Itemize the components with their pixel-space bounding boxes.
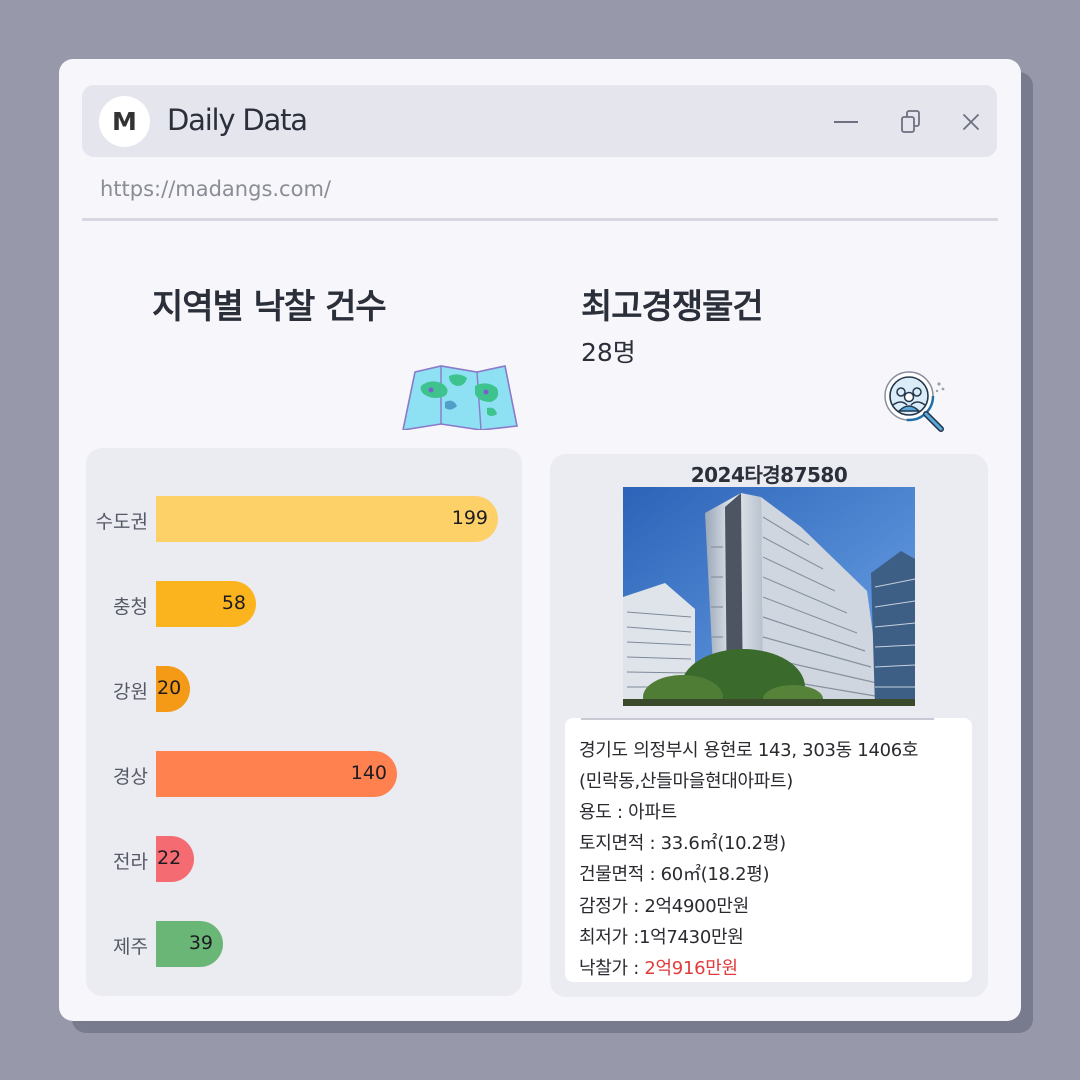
winning-bid-row: 낙찰가 : 2억916만원 — [579, 954, 738, 980]
left-heading: 지역별 낙찰 건수 — [152, 287, 387, 327]
app-avatar[interactable]: M — [99, 96, 150, 147]
minimize-icon — [834, 121, 858, 123]
bar[interactable]: 58 — [156, 581, 256, 627]
right-heading: 최고경쟁물건 — [581, 287, 764, 327]
bar[interactable]: 140 — [156, 751, 397, 797]
bar-value-label: 199 — [451, 507, 488, 529]
bar[interactable]: 20 — [156, 666, 190, 712]
bar-row: 수도권 199 — [86, 496, 522, 542]
appraisal-value: 2억4900만원 — [644, 896, 749, 917]
bar-row: 경상 140 — [86, 751, 522, 797]
bar-value-label: 58 — [221, 592, 246, 614]
bar-row: 강원 20 — [86, 666, 522, 712]
appraisal-label: 감정가 : — [579, 896, 645, 917]
bar-row: 전라 22 — [86, 836, 522, 882]
property-panel: 2024타경87580 경기도 의정부시 용현로 143, 303동 1406호… — [550, 454, 988, 997]
bar[interactable]: 39 — [156, 921, 223, 967]
address-line-2: (민락동,산들마을현대아파트) — [579, 771, 793, 792]
minimize-button[interactable] — [832, 107, 862, 137]
bar-category-label: 수도권 — [95, 511, 148, 533]
bar-row: 제주 39 — [86, 921, 522, 967]
land-area-value: 33.6㎡(10.2평) — [660, 833, 786, 854]
bar-value-label: 22 — [157, 847, 182, 869]
address-line-1: 경기도 의정부시 용현로 143, 303동 1406호 — [579, 740, 919, 761]
region-chart-panel: 수도권 199 충청 58 강원 20 경상 140 전라 22 제주 39 — [86, 448, 522, 996]
appraisal-row: 감정가 : 2억4900만원 — [579, 892, 749, 918]
bar-row: 충청 58 — [86, 581, 522, 627]
minimum-price-value: 1억7430만원 — [638, 927, 744, 948]
url-text[interactable]: https://madangs.com/ — [100, 177, 331, 201]
header-divider — [82, 218, 998, 221]
use-row: 용도 : 아파트 — [579, 798, 677, 824]
winning-bid-value: 2억916만원 — [644, 958, 738, 979]
people-search-icon — [883, 370, 945, 432]
app-window: M Daily Data https://madangs.com/ 지역별 낙찰… — [59, 59, 1021, 1021]
close-button[interactable] — [956, 107, 986, 137]
use-label: 용도 : — [579, 802, 629, 823]
competition-count: 28명 — [581, 338, 636, 367]
property-photo[interactable] — [623, 487, 915, 706]
bar[interactable]: 22 — [156, 836, 194, 882]
use-value: 아파트 — [628, 802, 677, 823]
copy-icon — [901, 110, 920, 133]
case-number[interactable]: 2024타경87580 — [550, 459, 988, 488]
land-area-label: 토지면적 : — [579, 833, 661, 854]
property-info-card: 경기도 의정부시 용현로 143, 303동 1406호 (민락동,산들마을현대… — [565, 718, 972, 982]
bar-category-label: 전라 — [113, 851, 148, 873]
bar-value-label: 140 — [350, 762, 387, 784]
building-area-value: 60㎡(18.2평) — [660, 864, 770, 885]
bar-category-label: 경상 — [113, 766, 148, 788]
winning-bid-label: 낙찰가 : — [579, 958, 645, 979]
close-icon — [963, 114, 979, 130]
bar[interactable]: 199 — [156, 496, 498, 542]
title-bar: M Daily Data — [82, 85, 997, 157]
bar-category-label: 강원 — [113, 681, 148, 703]
bar-value-label: 20 — [157, 677, 182, 699]
bar-category-label: 충청 — [113, 596, 148, 618]
building-area-row: 건물면적 : 60㎡(18.2평) — [579, 860, 770, 886]
minimum-price-row: 최저가 :1억7430만원 — [579, 923, 744, 949]
info-divider — [581, 718, 934, 720]
land-area-row: 토지면적 : 33.6㎡(10.2평) — [579, 829, 786, 855]
folded-map-icon — [402, 365, 518, 430]
building-area-label: 건물면적 : — [579, 864, 661, 885]
minimum-price-label: 최저가 : — [579, 927, 639, 948]
bar-value-label: 39 — [188, 932, 213, 954]
bar-category-label: 제주 — [113, 936, 148, 958]
copy-button[interactable] — [896, 107, 926, 137]
app-title: Daily Data — [167, 103, 308, 137]
